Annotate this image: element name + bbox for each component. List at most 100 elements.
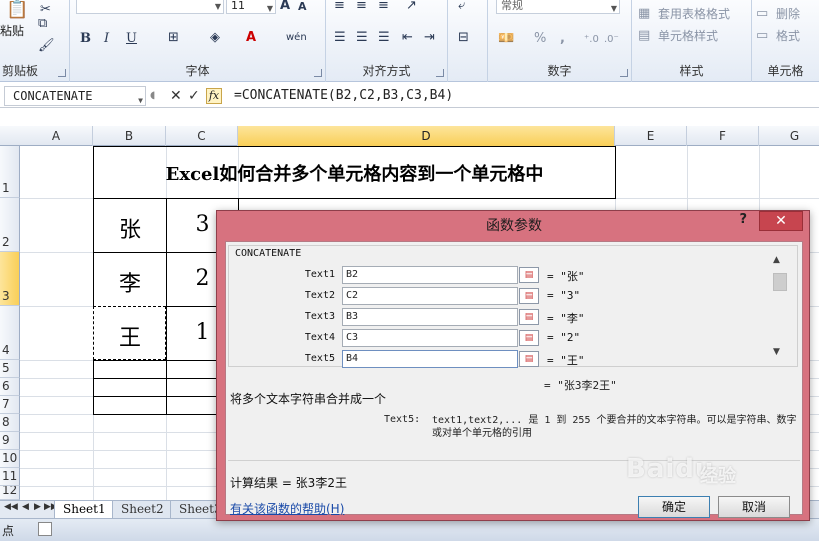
sheet-tab-2[interactable]: Sheet2 xyxy=(112,501,173,519)
cell-b7[interactable] xyxy=(93,396,167,415)
scroll-down-icon[interactable]: ▼ xyxy=(773,347,780,357)
shrink-font-icon[interactable]: A xyxy=(298,0,307,15)
arg-input-text4[interactable]: C3 xyxy=(342,329,518,347)
collapse-dialog-icon[interactable]: ▤ xyxy=(519,309,539,325)
paste-button[interactable]: 粘贴 xyxy=(0,22,24,39)
font-size-value: 11 xyxy=(231,0,245,12)
row-number: 11 xyxy=(2,469,18,483)
cell-styles-button[interactable]: 单元格样式 xyxy=(658,28,718,44)
row-header-9[interactable]: 9 xyxy=(0,432,20,450)
arg-input-text5[interactable]: B4 xyxy=(342,350,518,368)
cancel-button[interactable]: 取消 xyxy=(718,496,790,518)
scroll-thumb[interactable] xyxy=(773,273,787,291)
column-header-f[interactable]: F xyxy=(687,126,759,146)
align-center-icon[interactable]: ☰ xyxy=(356,30,368,46)
row-header-1[interactable]: 1 xyxy=(0,146,20,198)
row-header-8[interactable]: 8 xyxy=(0,414,20,432)
dialog-help-button[interactable]: ? xyxy=(739,212,747,227)
formula-input[interactable]: =CONCATENATE(B2,C2,B3,C3,B4) xyxy=(234,88,453,103)
number-launcher[interactable] xyxy=(620,69,628,77)
font-launcher[interactable] xyxy=(314,69,322,77)
collapse-dialog-icon[interactable]: ▤ xyxy=(519,267,539,283)
row-header-12[interactable]: 12 xyxy=(0,486,20,500)
orientation-icon[interactable]: ↗ xyxy=(406,0,417,14)
increase-decimal-icon[interactable]: ⁺.0 xyxy=(584,32,599,48)
collapse-dialog-icon[interactable]: ▤ xyxy=(519,330,539,346)
column-header-c[interactable]: C xyxy=(166,126,238,146)
font-family-select[interactable]: ▼ xyxy=(76,0,224,14)
row-header-7[interactable]: 7 xyxy=(0,396,20,414)
border-icon[interactable]: ⊞ xyxy=(168,30,179,46)
collapse-dialog-icon[interactable]: ▤ xyxy=(519,351,539,367)
accounting-icon[interactable]: 💴 xyxy=(498,31,514,47)
arg-input-text3[interactable]: B3 xyxy=(342,308,518,326)
wrap-text-icon[interactable]: ⤶ xyxy=(458,0,465,14)
underline-button[interactable]: U xyxy=(126,31,137,47)
bold-button[interactable]: B xyxy=(80,31,91,47)
font-color-button[interactable]: A xyxy=(246,30,256,46)
prev-sheet-icon[interactable]: ◀ xyxy=(22,502,29,512)
next-sheet-icon[interactable]: ▶ xyxy=(34,502,41,512)
column-header-a[interactable]: A xyxy=(20,126,93,146)
italic-button[interactable]: I xyxy=(104,31,109,47)
scroll-up-icon[interactable]: ▲ xyxy=(773,255,780,265)
arguments-fieldset: CONCATENATE Text1 B2 ▤ = "张" Text2 C2 ▤ … xyxy=(228,245,798,368)
decrease-indent-icon[interactable]: ⇤ xyxy=(402,30,413,46)
dialog-close-button[interactable]: ✕ xyxy=(759,211,803,231)
format-button[interactable]: 格式 xyxy=(776,28,800,44)
copy-icon[interactable]: ⧉ xyxy=(38,16,47,32)
font-size-select[interactable]: 11 ▼ xyxy=(226,0,276,14)
row-header-10[interactable]: 10 xyxy=(0,450,20,468)
align-right-icon[interactable]: ☰ xyxy=(378,30,390,46)
number-format-select[interactable]: 常规 ▼ xyxy=(496,0,620,14)
first-sheet-icon[interactable]: ◀◀ xyxy=(4,502,18,512)
grow-font-icon[interactable]: A xyxy=(280,0,290,14)
clipboard-group: ✂ ⧉ 🖌 📋 粘贴 剪贴板 xyxy=(0,0,70,82)
sheet-tab-1[interactable]: Sheet1 xyxy=(54,501,115,519)
enter-formula-button[interactable]: ✓ xyxy=(188,87,200,105)
macro-record-icon[interactable] xyxy=(38,522,52,536)
percent-button[interactable]: % xyxy=(534,31,546,47)
alignment-launcher[interactable] xyxy=(436,69,444,77)
bottom-align-icon[interactable]: ≡ xyxy=(378,0,389,14)
cancel-formula-button[interactable]: ✕ xyxy=(170,87,182,105)
comma-button[interactable]: , xyxy=(560,31,565,47)
arg-input-text2[interactable]: C2 xyxy=(342,287,518,305)
row-header-4[interactable]: 4 xyxy=(0,306,20,360)
fill-color-icon[interactable]: ◈ xyxy=(210,30,220,46)
row-header-11[interactable]: 11 xyxy=(0,468,20,486)
column-header-e[interactable]: E xyxy=(615,126,687,146)
column-header-d[interactable]: D xyxy=(238,126,615,146)
middle-align-icon[interactable]: ≡ xyxy=(356,0,367,14)
function-description: 将多个文本字符串合并成一个 xyxy=(230,392,387,406)
paste-icon[interactable]: 📋 xyxy=(6,1,28,19)
merge-center-icon[interactable]: ⊟ xyxy=(458,30,469,46)
cell-b6[interactable] xyxy=(93,378,167,397)
row-header-6[interactable]: 6 xyxy=(0,378,20,396)
clipboard-launcher[interactable] xyxy=(58,69,66,77)
increase-indent-icon[interactable]: ⇥ xyxy=(424,30,435,46)
delete-button[interactable]: 删除 xyxy=(776,6,800,22)
insert-function-button[interactable]: fx xyxy=(206,88,222,104)
expand-icon[interactable]: ◖ xyxy=(150,87,155,105)
top-align-icon[interactable]: ≡ xyxy=(334,0,345,14)
function-help-link[interactable]: 有关该函数的帮助(H) xyxy=(230,500,344,517)
name-box[interactable]: CONCATENATE ▼ xyxy=(4,86,146,106)
column-header-b[interactable]: B xyxy=(93,126,166,146)
arg-label: Text2 xyxy=(304,290,335,301)
row-header-2[interactable]: 2 xyxy=(0,198,20,252)
ok-button[interactable]: 确定 xyxy=(638,496,710,518)
row-header-3[interactable]: 3 xyxy=(0,252,20,306)
arguments-scrollbar[interactable]: ▲ ▼ xyxy=(771,255,787,363)
format-painter-icon[interactable]: 🖌 xyxy=(38,38,55,54)
align-left-icon[interactable]: ☰ xyxy=(334,30,346,46)
row-header-5[interactable]: 5 xyxy=(0,360,20,378)
cell-b5[interactable] xyxy=(93,360,167,379)
row-number: 6 xyxy=(2,379,10,393)
decrease-decimal-icon[interactable]: .0⁻ xyxy=(604,32,619,48)
arg-input-text1[interactable]: B2 xyxy=(342,266,518,284)
phonetic-button[interactable]: wén xyxy=(286,30,307,46)
collapse-dialog-icon[interactable]: ▤ xyxy=(519,288,539,304)
table-format-button[interactable]: 套用表格格式 xyxy=(658,6,730,22)
column-header-g[interactable]: G xyxy=(759,126,819,146)
